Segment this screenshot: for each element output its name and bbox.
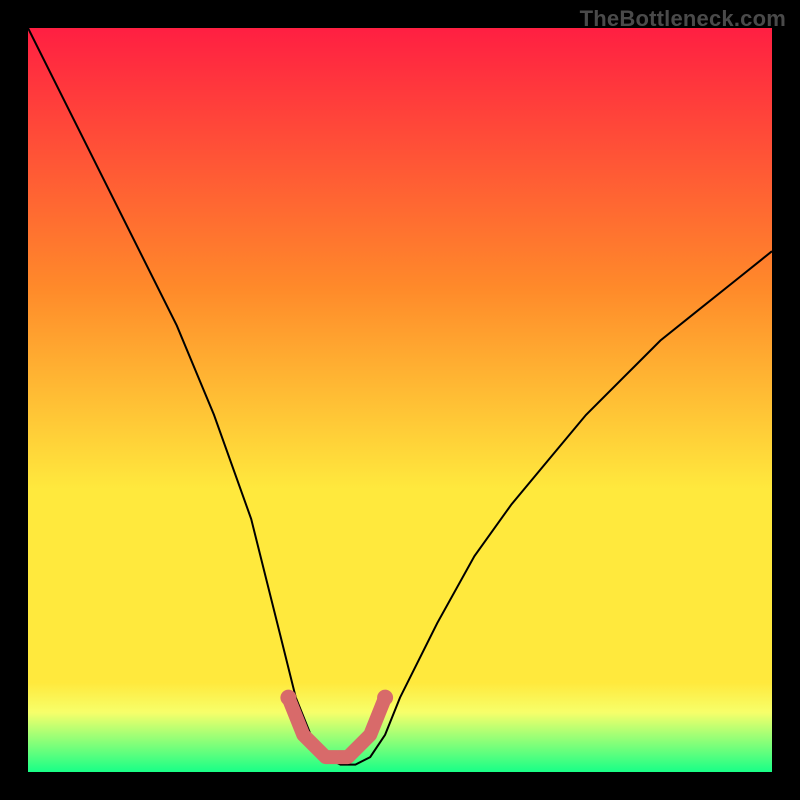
watermark-text: TheBottleneck.com	[580, 6, 786, 32]
heatmap-background	[28, 28, 772, 772]
plot-area	[28, 28, 772, 772]
optimal-range-endpoint	[377, 690, 393, 706]
optimal-range-endpoint	[280, 690, 296, 706]
chart-svg	[28, 28, 772, 772]
chart-frame: TheBottleneck.com	[0, 0, 800, 800]
